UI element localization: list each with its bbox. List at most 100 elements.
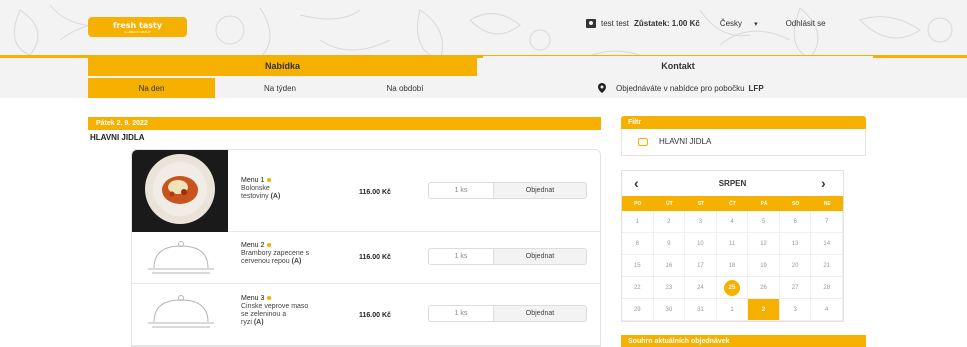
menu-desc-line: ryzi xyxy=(241,319,252,326)
calendar-day[interactable]: 26 xyxy=(748,277,780,299)
menu-info: Menu 2 Brambory zapecene s cervenou repo… xyxy=(241,242,341,266)
calendar-day[interactable]: 16 xyxy=(653,255,686,277)
calendar-day[interactable]: 2 xyxy=(653,211,686,233)
menu-price: 116.00 Kč xyxy=(359,254,391,261)
order-button[interactable]: Objednat xyxy=(494,182,587,199)
orders-summary-title: Souhrn aktuálních objednávek xyxy=(621,335,866,347)
calendar-day[interactable]: 18 xyxy=(716,255,749,277)
quantity-input[interactable]: 1 ks xyxy=(428,182,494,199)
branch-info: Objednáváte v nabídce pro pobočku LFP xyxy=(598,78,764,98)
calendar-day[interactable]: 25 xyxy=(716,277,749,299)
menu-name: Menu 3 xyxy=(241,295,265,302)
menu-name: Menu 2 xyxy=(241,242,265,249)
menu-desc-line: Cinske veprove maso xyxy=(241,303,309,310)
calendar-day[interactable]: 2 xyxy=(748,299,780,321)
allergen: (A) xyxy=(291,258,302,265)
calendar-day[interactable]: 8 xyxy=(622,233,654,255)
calendar-day[interactable]: 5 xyxy=(748,211,780,233)
order-button[interactable]: Objednat xyxy=(494,305,587,322)
calendar-day[interactable]: 1 xyxy=(716,299,749,321)
calendar-day[interactable]: 4 xyxy=(811,299,843,321)
menu-desc-line: cervenou repou xyxy=(241,258,290,265)
calendar-day[interactable]: 28 xyxy=(811,277,843,299)
menu-price: 116.00 Kč xyxy=(359,312,391,319)
calendar-day[interactable]: 15 xyxy=(622,255,654,277)
user-card-icon xyxy=(586,19,596,28)
logo-text: fresh tasty xyxy=(112,20,163,30)
calendar-days: 1 2 3 4 5 6 7 8 9 10 11 12 13 14 15 16 17 18 19 20 21 22 23 24 2… xyxy=(622,211,843,321)
menu-desc-line: se zeleninou a xyxy=(241,311,287,318)
quantity-input[interactable]: 1 ks xyxy=(428,305,494,322)
allergen: (A) xyxy=(270,193,281,200)
calendar-day[interactable]: 3 xyxy=(779,299,812,321)
calendar-day[interactable]: 30 xyxy=(653,299,686,321)
filter-panel: HLAVNI JIDLA xyxy=(621,129,866,156)
filter-checkbox[interactable] xyxy=(638,138,648,146)
chevron-down-icon[interactable]: ▾ xyxy=(754,20,758,28)
subnav-na-den[interactable]: Na den xyxy=(88,78,215,98)
menu-list: Menu 1 Bolonske testoviny (A) 116.00 Kč … xyxy=(131,149,601,347)
fresh-tasty-logo[interactable]: fresh tasty by ABROK GROUP xyxy=(88,17,187,37)
calendar-day[interactable]: 29 xyxy=(622,299,654,321)
category-title: HLAVNI JIDLA xyxy=(90,133,145,142)
menu-desc-line: testoviny xyxy=(241,193,269,200)
chevron-right-icon[interactable]: › xyxy=(821,175,826,191)
user-bar: test test Zůstatek: 1.00 Kč Česky ▾ Odhl… xyxy=(586,19,826,28)
calendar-day[interactable]: 7 xyxy=(811,211,843,233)
calendar-day[interactable]: 4 xyxy=(716,211,749,233)
date-header: Pátek 2. 9. 2022 xyxy=(88,117,601,130)
calendar-month: SRPEN xyxy=(718,179,747,188)
calendar-day[interactable]: 11 xyxy=(716,233,749,255)
branch-text: Objednáváte v nabídce pro pobočku xyxy=(616,83,745,93)
sub-navigation: Na den Na týden Na období Objednáváte v … xyxy=(0,78,967,98)
map-pin-icon xyxy=(598,83,606,93)
calendar-day[interactable]: 6 xyxy=(779,211,812,233)
calendar-day[interactable]: 1 xyxy=(622,211,654,233)
order-button[interactable]: Objednat xyxy=(494,248,587,265)
calendar-day[interactable]: 20 xyxy=(779,255,812,277)
tab-nabidka[interactable]: Nabídka xyxy=(88,56,477,76)
calendar-day[interactable]: 21 xyxy=(811,255,843,277)
menu-row: Menu 1 Bolonske testoviny (A) 116.00 Kč … xyxy=(132,150,600,232)
logout-link[interactable]: Odhlásit se xyxy=(786,19,826,28)
weekday-label: ST xyxy=(697,200,705,207)
branch-code: LFP xyxy=(748,83,764,93)
calendar-day[interactable]: 9 xyxy=(653,233,686,255)
page-header: fresh tasty by ABROK GROUP test test Zůs… xyxy=(0,0,967,98)
calendar-day[interactable]: 23 xyxy=(653,277,686,299)
calendar-day[interactable]: 10 xyxy=(685,233,717,255)
balance: Zůstatek: 1.00 Kč xyxy=(634,19,700,28)
subnav-na-obdobi[interactable]: Na období xyxy=(345,78,465,98)
calendar-day[interactable]: 22 xyxy=(622,277,654,299)
menu-info: Menu 1 Bolonske testoviny (A) xyxy=(241,177,341,201)
cloche-placeholder-icon xyxy=(148,295,214,328)
menu-row: Menu 3 Cinske veprove maso se zeleninou … xyxy=(132,284,600,346)
weekday-label: PO xyxy=(634,200,642,207)
calendar-day[interactable]: 12 xyxy=(748,233,780,255)
language-select[interactable]: Česky xyxy=(720,19,742,28)
calendar-day[interactable]: 13 xyxy=(779,233,812,255)
tab-kontakt[interactable]: Kontakt xyxy=(483,56,873,76)
quantity-input[interactable]: 1 ks xyxy=(428,248,494,265)
menu-price: 116.00 Kč xyxy=(359,189,391,196)
filter-label[interactable]: HLAVNI JIDLA xyxy=(659,137,711,146)
subnav-na-tyden[interactable]: Na týden xyxy=(215,78,345,98)
calendar-day[interactable]: 17 xyxy=(685,255,717,277)
weekday-label: NE xyxy=(823,200,831,207)
calendar-day[interactable]: 19 xyxy=(748,255,780,277)
calendar-day[interactable]: 3 xyxy=(685,211,717,233)
menu-photo xyxy=(132,150,228,232)
calendar-day[interactable]: 24 xyxy=(685,277,717,299)
allergen: (A) xyxy=(253,319,264,326)
calendar-weekdays: PO ÚT ST ČT PÁ SO NE xyxy=(622,196,843,211)
user-name: test test xyxy=(601,19,630,28)
calendar-nav: ‹ SRPEN › xyxy=(622,171,843,195)
calendar: ‹ SRPEN › PO ÚT ST ČT PÁ SO NE 1 2 3 4 5 6 7 8 9 10 11 12… xyxy=(621,170,844,322)
calendar-day[interactable]: 14 xyxy=(811,233,843,255)
calendar-day[interactable]: 31 xyxy=(685,299,717,321)
weekday-label: SO xyxy=(792,200,800,207)
calendar-day[interactable]: 27 xyxy=(779,277,812,299)
filter-title: Filtr xyxy=(621,116,866,129)
status-dot xyxy=(267,296,272,301)
menu-info: Menu 3 Cinske veprove maso se zeleninou … xyxy=(241,295,341,327)
